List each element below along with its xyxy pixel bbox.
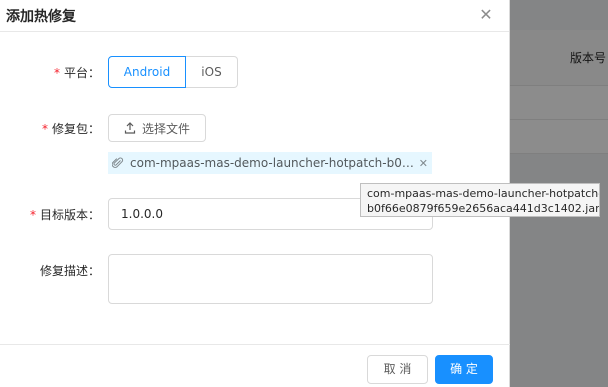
modal-header: 添加热修复 ✕ [0,0,509,32]
tooltip-line-1: com-mpaas-mas-demo-launcher-hotpatch- [367,187,600,200]
platform-option-android[interactable]: Android [108,56,186,88]
tooltip-line-2: b0f66e0879f659e2656aca441d3c1402.jar [367,202,600,215]
package-label: * 修复包： [41,122,100,136]
platform-radio-group: Android iOS [108,56,238,88]
required-mark: * [41,122,48,136]
uploaded-file-name: com-mpaas-mas-demo-launcher-hotpatch-b0f… [130,156,415,170]
uploaded-file-item[interactable]: com-mpaas-mas-demo-launcher-hotpatch-b0f… [108,152,432,174]
page: 版本号 添加热修复 ✕ * 平台： Android iOS * 修复包： 选择文… [0,0,608,387]
cancel-button[interactable]: 取 消 [367,355,428,384]
platform-label: * 平台： [53,66,100,80]
select-file-button[interactable]: 选择文件 [108,114,206,142]
ok-button[interactable]: 确 定 [435,355,493,384]
paperclip-icon [112,157,124,168]
select-file-label: 选择文件 [141,121,190,136]
modal-footer: 取 消 确 定 [0,344,510,387]
required-mark: * [29,208,36,222]
description-textarea[interactable] [108,254,433,304]
close-icon: ✕ [479,5,493,24]
modal-title: 添加热修复 [6,9,76,25]
remove-file-icon[interactable]: ✕ [419,157,428,170]
close-button[interactable]: ✕ [475,4,497,26]
required-mark: * [53,66,60,80]
description-label: 修复描述： [39,264,100,278]
target-version-label: * 目标版本： [29,208,100,222]
platform-option-ios[interactable]: iOS [186,56,238,88]
upload-icon [124,122,136,134]
file-name-tooltip: com-mpaas-mas-demo-launcher-hotpatch- b0… [360,183,600,217]
